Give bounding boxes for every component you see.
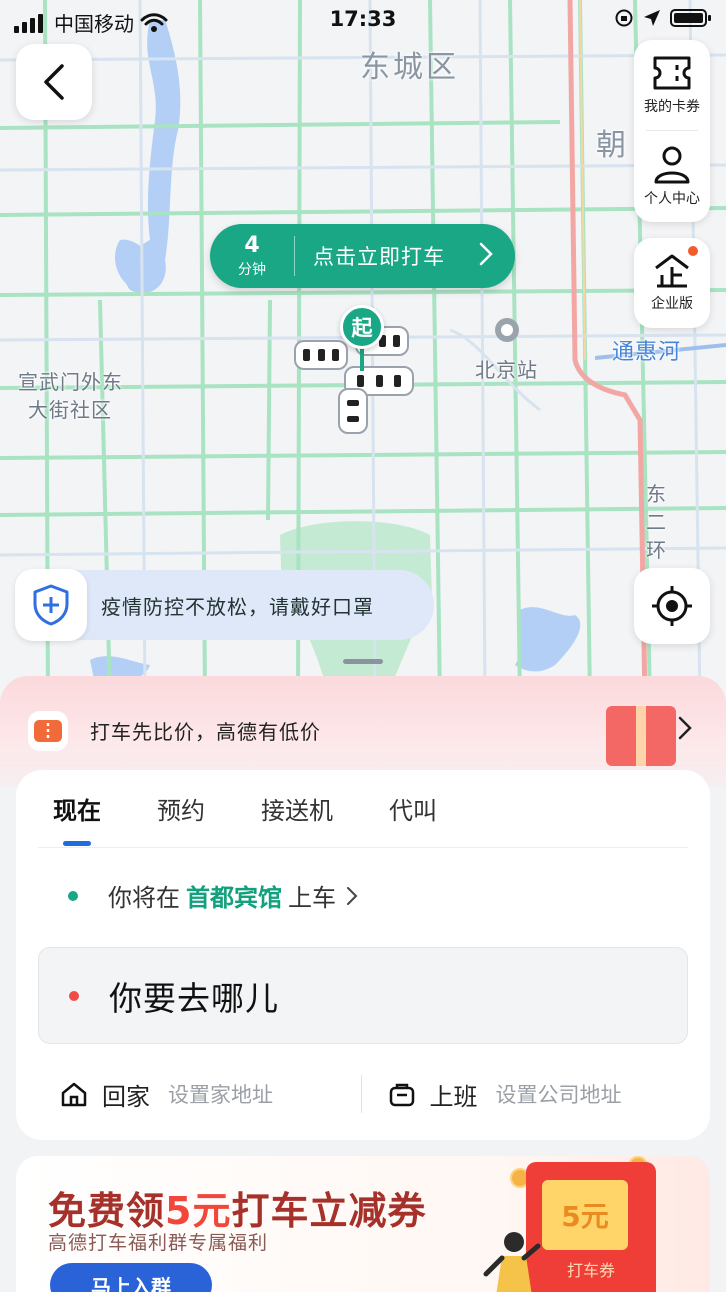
destination-placeholder: 你要去哪儿 xyxy=(109,978,279,1018)
map-label-ring: 东 二 环 xyxy=(646,480,667,564)
home-hint: 设置家地址 xyxy=(168,1083,273,1107)
chevron-right-icon xyxy=(678,716,692,740)
map-label-river: 通惠河 xyxy=(612,340,682,365)
shield-plus-icon xyxy=(33,584,69,626)
coupon-ad-banner[interactable]: 免费领5元打车立减券 高德打车福利群专属福利 马上入群 5元 打车券 xyxy=(16,1156,710,1292)
enterprise-label: 企业版 xyxy=(651,296,693,312)
home-icon xyxy=(61,1082,87,1107)
join-group-button[interactable]: 马上入群 xyxy=(50,1263,212,1292)
coupons-button[interactable]: 我的卡券 xyxy=(644,54,700,116)
booking-card: 现在 预约 接送机 代叫 你将在 首都宾馆 上车 你要去哪儿 回家 设置家地址 … xyxy=(16,770,710,1140)
ride-mode-tabs: 现在 预约 接送机 代叫 xyxy=(38,770,688,848)
destination-input[interactable]: 你要去哪儿 xyxy=(38,947,688,1044)
profile-button[interactable]: 个人中心 xyxy=(644,144,700,208)
work-label: 上班 xyxy=(429,1082,478,1111)
gift-decoration xyxy=(606,706,676,766)
drag-handle[interactable] xyxy=(343,659,383,664)
chevron-left-icon xyxy=(44,64,64,100)
ad-title-prefix: 免费领 xyxy=(48,1189,166,1233)
destination-dot xyxy=(69,990,79,1001)
coupon-icon xyxy=(653,56,691,90)
person-illustration xyxy=(483,1232,541,1292)
map-label-ring-3: 环 xyxy=(646,538,667,562)
notice-text: 疫情防控不放松，请戴好口罩 xyxy=(101,594,374,619)
side-panel: 我的卡券 个人中心 xyxy=(634,40,710,222)
home-label: 回家 xyxy=(102,1082,150,1111)
work-hint: 设置公司地址 xyxy=(495,1083,622,1107)
shortcut-divider xyxy=(360,1075,362,1113)
pickup-location[interactable]: 你将在 首都宾馆 上车 xyxy=(68,878,358,913)
work-shortcut[interactable]: 上班 设置公司地址 xyxy=(388,1077,689,1112)
pickup-prefix: 你将在 xyxy=(108,884,180,912)
ad-title: 免费领5元打车立减券 xyxy=(48,1180,426,1235)
eta-divider xyxy=(294,236,295,276)
back-button[interactable] xyxy=(16,44,92,120)
compare-icon-badge xyxy=(28,711,68,751)
ad-title-highlight: 5元 xyxy=(165,1189,232,1233)
person-icon xyxy=(654,146,690,184)
briefcase-icon xyxy=(389,1083,414,1107)
call-now-label: 点击立即打车 xyxy=(313,245,445,269)
eta: 4 分钟 xyxy=(210,233,294,278)
eta-value: 4 xyxy=(244,233,260,258)
shield-badge xyxy=(15,569,87,641)
map-label-district: 东城区 xyxy=(360,50,459,85)
compare-icon xyxy=(34,720,62,742)
chevron-right-icon xyxy=(479,242,493,266)
status-icons xyxy=(614,8,712,28)
ad-subtitle: 高德打车福利群专属福利 xyxy=(48,1232,269,1254)
status-bar: 中国移动 17:33 xyxy=(0,0,726,40)
map-label-xuanwu-1: 宣武门外东 xyxy=(18,370,123,394)
tab-airport[interactable]: 接送机 xyxy=(261,791,333,826)
pickup-place: 首都宾馆 xyxy=(186,884,282,912)
car-icon xyxy=(294,340,348,370)
battery-icon xyxy=(670,9,711,27)
address-shortcuts: 回家 设置家地址 上班 设置公司地址 xyxy=(38,1062,688,1126)
notification-dot xyxy=(688,246,698,256)
tab-call-for-others[interactable]: 代叫 xyxy=(389,791,437,826)
location-arrow-icon xyxy=(644,10,660,26)
ad-title-suffix: 打车立减券 xyxy=(231,1189,427,1233)
pickup-suffix: 上车 xyxy=(288,884,336,912)
epidemic-notice[interactable]: 疫情防控不放松，请戴好口罩 xyxy=(15,569,434,641)
side-divider xyxy=(646,129,698,131)
map-label-chaoyang: 朝 xyxy=(596,128,629,163)
price-compare-text: 打车先比价，高德有低价 xyxy=(90,720,321,744)
call-car-bubble[interactable]: 4 分钟 点击立即打车 xyxy=(210,224,515,288)
start-marker[interactable]: 起 xyxy=(340,305,384,349)
crosshair-icon xyxy=(652,586,692,626)
home-shortcut[interactable]: 回家 设置家地址 xyxy=(38,1077,361,1112)
tab-now[interactable]: 现在 xyxy=(53,791,101,846)
coupons-label: 我的卡券 xyxy=(644,98,700,115)
map-label-station: 北京站 xyxy=(475,358,538,382)
chevron-right-icon xyxy=(347,886,358,905)
enterprise-button[interactable]: 企业版 xyxy=(634,238,710,328)
eta-unit: 分钟 xyxy=(238,262,266,278)
tab-reserve[interactable]: 预约 xyxy=(157,791,205,826)
map-label-ring-2: 二 xyxy=(646,510,667,534)
map-label-ring-1: 东 xyxy=(646,482,667,506)
map-label-xuanwu-2: 大街社区 xyxy=(28,398,112,422)
envelope-value: 5元 xyxy=(542,1180,628,1250)
enterprise-icon xyxy=(655,254,689,288)
orientation-lock-icon xyxy=(615,9,633,27)
profile-label: 个人中心 xyxy=(644,191,700,208)
pickup-dot xyxy=(68,890,78,901)
locate-button[interactable] xyxy=(634,568,710,644)
car-icon xyxy=(338,388,368,434)
